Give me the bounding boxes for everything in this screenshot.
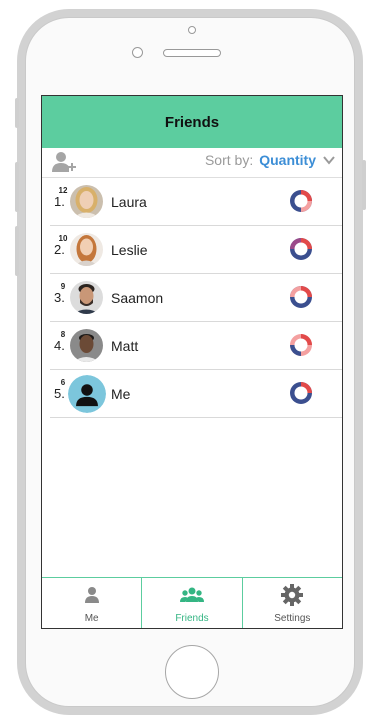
person-icon <box>84 587 99 603</box>
sort-label: Sort by: <box>204 152 254 168</box>
power-button <box>362 160 366 210</box>
volume-down-button <box>15 226 19 276</box>
add-person-icon[interactable] <box>51 151 77 173</box>
sort-control[interactable]: Sort by: Quantity <box>205 152 336 168</box>
friend-row[interactable]: 5. Me 6 <box>50 370 342 418</box>
friend-count: 6 <box>60 378 66 387</box>
friend-name: Matt <box>111 338 139 354</box>
friend-count: 12 <box>58 186 68 195</box>
count-badge-icon <box>290 382 312 404</box>
tab-settings[interactable]: Settings <box>241 578 342 628</box>
tab-bar: Me Friends Settings <box>42 577 342 628</box>
friend-count: 9 <box>60 282 66 291</box>
app-screen: Friends Sort by: Quantity 1. Laura 12 2.… <box>41 95 343 629</box>
friend-count: 8 <box>60 330 66 339</box>
friend-name: Leslie <box>111 242 148 258</box>
proximity-sensor <box>188 26 196 34</box>
tab-label: Friends <box>175 613 209 624</box>
count-badge-icon <box>290 334 312 356</box>
tab-me[interactable]: Me <box>42 578 141 628</box>
tab-label: Me <box>84 613 99 624</box>
friend-row[interactable]: 4. Matt 8 <box>50 322 342 370</box>
front-camera <box>132 47 143 58</box>
friend-row[interactable]: 3. Saamon 9 <box>50 274 342 322</box>
mute-switch <box>15 98 19 128</box>
tab-friends[interactable]: Friends <box>141 578 241 628</box>
friend-name: Me <box>111 386 131 402</box>
tab-label: Settings <box>274 613 311 624</box>
chevron-down-icon[interactable] <box>322 153 336 167</box>
volume-up-button <box>15 162 19 212</box>
earpiece-speaker <box>163 49 221 57</box>
gear-icon <box>281 584 304 606</box>
header-bar: Friends <box>42 96 342 148</box>
page-title: Friends <box>164 113 220 131</box>
toolbar: Sort by: Quantity <box>42 148 342 178</box>
count-badge-icon <box>290 190 312 212</box>
friend-row[interactable]: 1. Laura 12 <box>50 178 342 226</box>
friend-row[interactable]: 2. Leslie 10 <box>50 226 342 274</box>
count-badge-icon <box>290 286 312 308</box>
friend-count: 10 <box>58 234 68 243</box>
sort-value[interactable]: Quantity <box>259 152 316 168</box>
friend-name: Saamon <box>111 290 164 306</box>
count-badge-icon <box>290 238 312 260</box>
group-icon <box>179 587 204 602</box>
home-button[interactable] <box>165 645 219 699</box>
friend-name: Laura <box>111 194 147 210</box>
